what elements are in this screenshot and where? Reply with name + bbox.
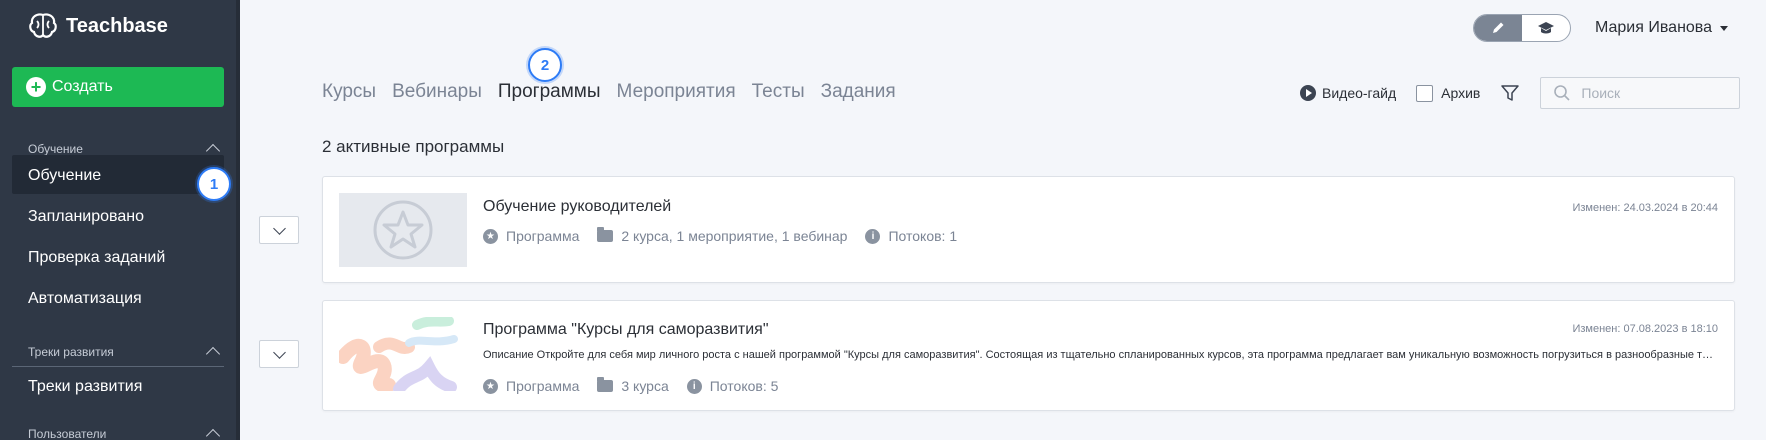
pencil-icon xyxy=(1493,22,1504,33)
play-icon xyxy=(1300,85,1316,101)
expand-button[interactable] xyxy=(259,216,299,244)
caret-down-icon xyxy=(1720,25,1729,31)
brain-logo-icon xyxy=(29,13,57,38)
search-icon xyxy=(1554,85,1570,101)
program-type: Программа xyxy=(506,228,580,244)
student-mode-button[interactable] xyxy=(1522,15,1570,41)
plus-icon: + xyxy=(26,77,46,97)
create-button[interactable]: + Создать xyxy=(12,67,224,107)
programs-count: 2 активные программы xyxy=(322,137,505,156)
section-header-users[interactable]: Пользователи xyxy=(28,426,224,440)
chevron-down-icon xyxy=(272,345,286,359)
section-title: Обучение xyxy=(28,141,83,156)
sidebar-item-tracks[interactable]: Треки развития xyxy=(28,378,142,396)
program-description: Описание Откройте для себя мир личного р… xyxy=(483,349,1718,361)
section-title: Пользователи xyxy=(28,426,107,440)
star-placeholder-icon xyxy=(373,200,433,260)
tab-webinars[interactable]: Вебинары xyxy=(392,81,482,103)
archive-label: Архив xyxy=(1441,85,1481,101)
program-type: Программа xyxy=(506,378,580,394)
edit-mode-button[interactable] xyxy=(1474,15,1522,41)
graduation-cap-icon xyxy=(1538,22,1554,34)
tab-tests[interactable]: Тесты xyxy=(752,81,805,103)
sidebar-item-learning[interactable]: Обучение xyxy=(28,167,101,185)
sidebar-item-automation[interactable]: Автоматизация xyxy=(28,290,142,308)
program-title[interactable]: Обучение руководителей xyxy=(483,198,671,216)
tab-events[interactable]: Мероприятия xyxy=(617,81,736,103)
program-streams: Потоков: 5 xyxy=(709,378,779,394)
user-menu[interactable]: Мария Иванова xyxy=(1595,19,1729,37)
modified-date: Изменен: 24.03.2024 в 20:44 xyxy=(1572,202,1718,214)
user-name: Мария Иванова xyxy=(1595,19,1713,36)
expand-button[interactable] xyxy=(259,340,299,368)
program-contents: 2 курса, 1 мероприятие, 1 вебинар xyxy=(621,228,848,244)
program-card[interactable]: Программа "Курсы для саморазвития" Измен… xyxy=(322,300,1735,411)
sidebar-item-task-review[interactable]: Проверка заданий xyxy=(28,249,165,267)
section-title: Треки развития xyxy=(28,344,114,359)
archive-checkbox[interactable] xyxy=(1416,84,1434,102)
toolbar: Видео-гайд Архив xyxy=(1300,77,1741,109)
create-label: Создать xyxy=(52,78,113,95)
step-badge-2: 2 xyxy=(528,48,562,82)
modified-date: Изменен: 07.08.2023 в 18:10 xyxy=(1572,323,1718,335)
sidebar-item-scheduled[interactable]: Запланировано xyxy=(28,208,144,226)
content-tabs: Курсы Вебинары Программы Мероприятия Тес… xyxy=(322,81,912,103)
search-box[interactable] xyxy=(1540,77,1741,109)
star-icon: ★ xyxy=(483,378,498,394)
section-header-learning[interactable]: Обучение xyxy=(28,141,224,159)
program-thumbnail xyxy=(339,317,467,391)
tab-programs[interactable]: Программы xyxy=(498,81,601,103)
tab-courses[interactable]: Курсы xyxy=(322,81,376,103)
filter-button[interactable] xyxy=(1500,83,1520,103)
star-icon: ★ xyxy=(483,228,498,244)
divider xyxy=(12,366,224,367)
program-meta: ★ Программа 3 курса i Потоков: 5 xyxy=(483,377,796,394)
chevron-up-icon xyxy=(205,428,221,440)
app-name: Teachbase xyxy=(66,14,168,37)
info-icon: i xyxy=(865,228,881,244)
program-contents: 3 курса xyxy=(621,378,669,394)
section-header-tracks[interactable]: Треки развития xyxy=(28,344,224,362)
chevron-up-icon xyxy=(205,346,221,362)
abstract-cover-image xyxy=(339,317,458,391)
archive-toggle[interactable]: Архив xyxy=(1416,84,1481,102)
video-guide-button[interactable]: Видео-гайд xyxy=(1300,85,1396,101)
filter-icon xyxy=(1501,85,1520,101)
program-thumbnail xyxy=(339,193,467,267)
tab-tasks[interactable]: Задания xyxy=(821,81,896,103)
mode-toggle[interactable] xyxy=(1473,14,1571,42)
chevron-down-icon xyxy=(272,221,286,235)
info-icon: i xyxy=(686,378,702,394)
folder-icon xyxy=(597,377,614,392)
program-streams: Потоков: 1 xyxy=(888,228,958,244)
video-guide-label: Видео-гайд xyxy=(1322,85,1397,101)
step-badge-1: 1 xyxy=(197,167,231,201)
sidebar: Teachbase + Создать Обучение Обучение 1 … xyxy=(0,0,240,440)
folder-icon xyxy=(597,227,614,242)
program-card[interactable]: Обучение руководителей Изменен: 24.03.20… xyxy=(322,176,1735,283)
search-input[interactable] xyxy=(1581,85,1732,101)
program-meta: ★ Программа 2 курса, 1 мероприятие, 1 веб… xyxy=(483,227,975,244)
program-title[interactable]: Программа "Курсы для саморазвития" xyxy=(483,321,769,339)
logo[interactable]: Teachbase xyxy=(28,12,168,40)
